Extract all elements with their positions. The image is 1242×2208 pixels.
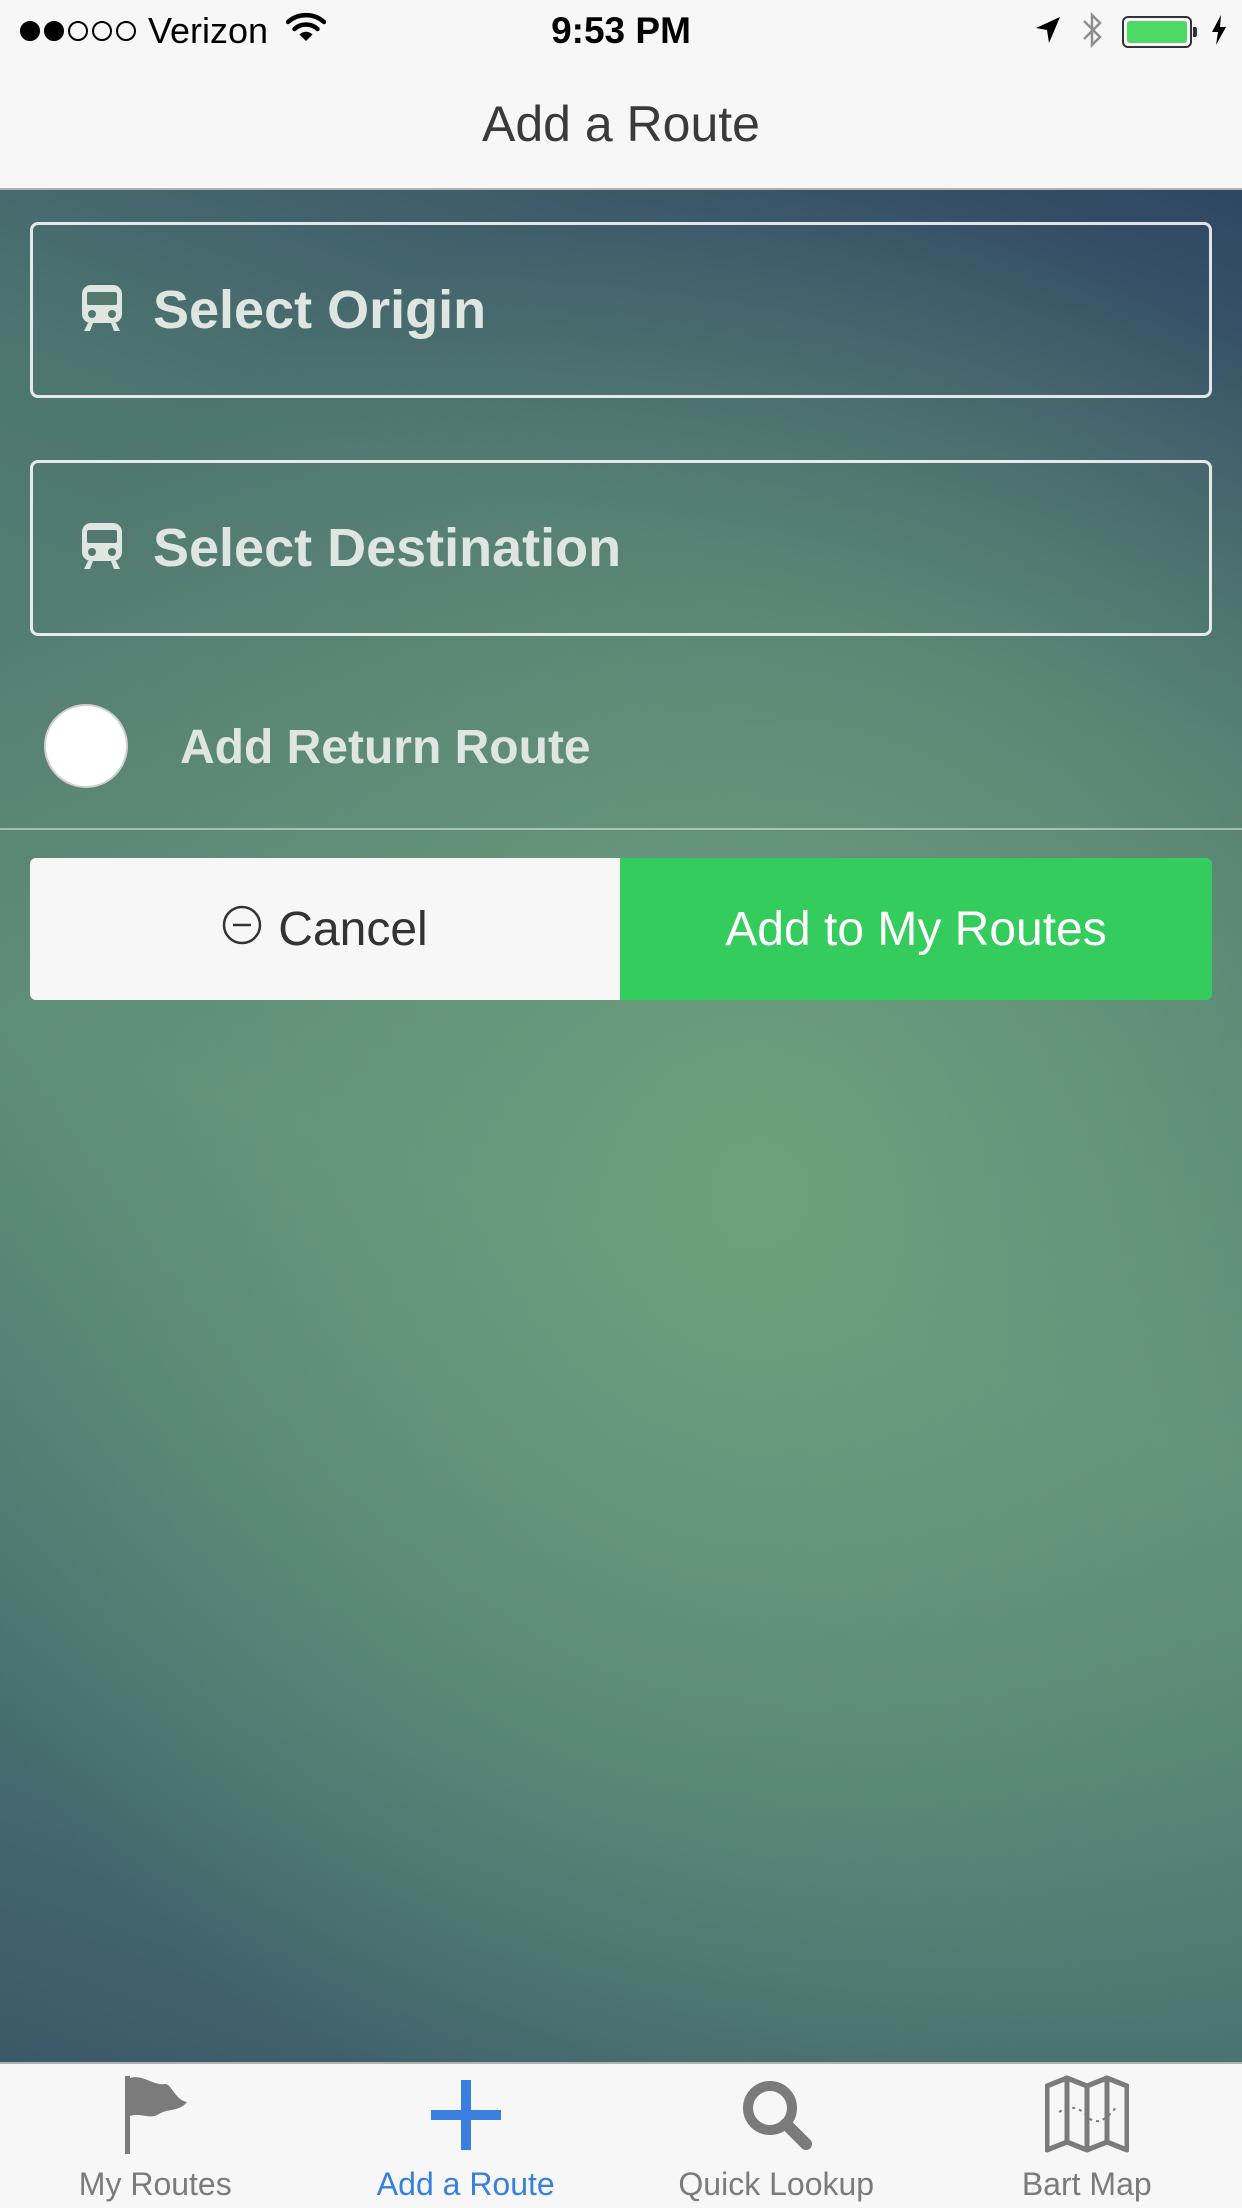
map-icon (932, 2072, 1242, 2156)
action-buttons: Cancel Add to My Routes (30, 858, 1212, 1000)
page-title: Add a Route (482, 96, 760, 152)
select-origin-label: Select Origin (153, 280, 487, 340)
select-destination-button[interactable]: Select Destination (30, 460, 1212, 636)
battery-icon (1122, 16, 1197, 48)
battery-level (1127, 21, 1187, 43)
tab-add-a-route[interactable]: Add a Route (311, 2064, 622, 2208)
tab-label: Add a Route (376, 2166, 555, 2202)
plus-icon (311, 2072, 622, 2156)
return-route-label: Add Return Route (180, 721, 591, 774)
add-to-my-routes-button[interactable]: Add to My Routes (620, 858, 1212, 1000)
search-icon (621, 2072, 932, 2156)
status-right (1034, 11, 1228, 54)
tab-label: Quick Lookup (678, 2166, 875, 2202)
tab-quick-lookup[interactable]: Quick Lookup (621, 2064, 932, 2208)
train-icon (81, 284, 123, 337)
train-icon (81, 522, 123, 575)
bluetooth-icon (1080, 11, 1104, 54)
charging-bolt-icon (1210, 14, 1228, 51)
flag-icon (0, 2072, 311, 2156)
divider (0, 828, 1242, 830)
tab-bart-map[interactable]: Bart Map (932, 2064, 1242, 2208)
return-route-row: Add Return Route (0, 690, 1242, 820)
location-arrow-icon (1034, 15, 1062, 50)
tab-label: My Routes (78, 2166, 232, 2202)
select-origin-button[interactable]: Select Origin (30, 222, 1212, 398)
return-route-toggle[interactable] (44, 704, 128, 788)
select-destination-label: Select Destination (153, 518, 622, 578)
add-to-my-routes-label: Add to My Routes (725, 902, 1107, 956)
cancel-label: Cancel (278, 902, 428, 956)
add-route-form: Select Origin Select Destination Add Ret… (0, 190, 1242, 2062)
tab-my-routes[interactable]: My Routes (0, 2064, 311, 2208)
minus-circle-icon (222, 902, 262, 957)
cancel-button[interactable]: Cancel (30, 858, 620, 1000)
navigation-bar: Add a Route (0, 62, 1242, 190)
tab-bar: My Routes Add a Route Quick Lookup Bart … (0, 2062, 1242, 2208)
status-bar: Verizon 9:53 PM (0, 0, 1242, 62)
tab-label: Bart Map (1021, 2166, 1152, 2202)
